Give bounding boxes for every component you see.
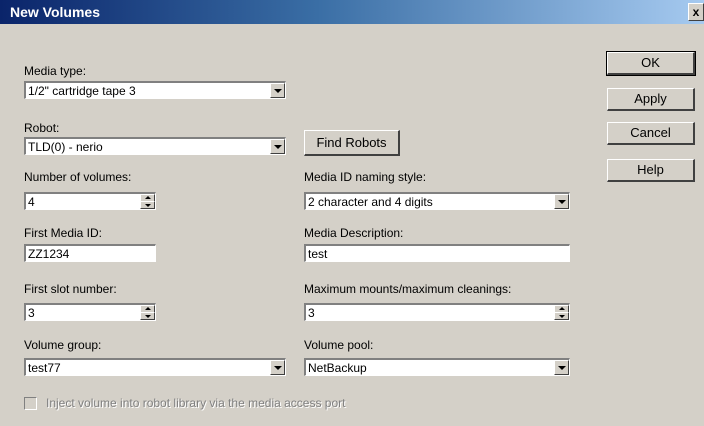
inject-volume-checkbox bbox=[24, 397, 37, 410]
spin-control[interactable] bbox=[554, 305, 569, 320]
robot-label: Robot: bbox=[24, 121, 60, 135]
maximum-mounts-value: 3 bbox=[308, 306, 315, 320]
spin-down-icon[interactable] bbox=[140, 201, 155, 209]
window-title: New Volumes bbox=[10, 4, 100, 20]
close-icon: x bbox=[692, 5, 700, 19]
media-description-value: test bbox=[308, 247, 328, 261]
media-id-naming-style-value: 2 character and 4 digits bbox=[308, 195, 433, 209]
ok-button[interactable]: OK bbox=[606, 51, 696, 76]
chevron-down-icon[interactable] bbox=[554, 194, 569, 209]
volume-group-dropdown[interactable]: test77 bbox=[24, 358, 286, 376]
media-type-value: 1/2" cartridge tape 3 bbox=[28, 84, 136, 98]
apply-button[interactable]: Apply bbox=[607, 88, 695, 111]
first-slot-number-label: First slot number: bbox=[24, 282, 117, 296]
media-description-input[interactable]: test bbox=[304, 244, 570, 262]
find-robots-button[interactable]: Find Robots bbox=[304, 130, 400, 156]
close-button[interactable]: x bbox=[688, 3, 704, 21]
robot-dropdown[interactable]: TLD(0) - nerio bbox=[24, 137, 286, 155]
first-slot-number-value: 3 bbox=[28, 306, 35, 320]
spin-control[interactable] bbox=[140, 305, 155, 320]
cancel-button[interactable]: Cancel bbox=[607, 122, 695, 145]
inject-volume-label: Inject volume into robot library via the… bbox=[46, 396, 346, 410]
volume-group-value: test77 bbox=[28, 361, 61, 375]
maximum-mounts-label: Maximum mounts/maximum cleanings: bbox=[304, 282, 512, 296]
chevron-down-icon[interactable] bbox=[554, 360, 569, 375]
media-description-label: Media Description: bbox=[304, 226, 404, 240]
number-of-volumes-value: 4 bbox=[28, 195, 35, 209]
number-of-volumes-stepper[interactable]: 4 bbox=[24, 192, 156, 210]
media-type-label: Media type: bbox=[24, 64, 87, 78]
volume-pool-label: Volume pool: bbox=[304, 338, 374, 352]
spin-control[interactable] bbox=[140, 194, 155, 209]
number-of-volumes-label: Number of volumes: bbox=[24, 170, 132, 184]
chevron-down-icon[interactable] bbox=[270, 360, 285, 375]
chevron-down-icon[interactable] bbox=[270, 139, 285, 154]
first-media-id-label: First Media ID: bbox=[24, 226, 103, 240]
maximum-mounts-stepper[interactable]: 3 bbox=[304, 303, 570, 321]
help-button[interactable]: Help bbox=[607, 159, 695, 182]
title-bar: New Volumes x bbox=[0, 0, 704, 24]
chevron-down-icon[interactable] bbox=[270, 83, 285, 98]
volume-group-label: Volume group: bbox=[24, 338, 102, 352]
robot-value: TLD(0) - nerio bbox=[28, 140, 103, 154]
first-slot-number-stepper[interactable]: 3 bbox=[24, 303, 156, 321]
first-media-id-value: ZZ1234 bbox=[28, 247, 70, 261]
spin-down-icon[interactable] bbox=[554, 312, 569, 320]
volume-pool-value: NetBackup bbox=[308, 361, 367, 375]
first-media-id-input[interactable]: ZZ1234 bbox=[24, 244, 156, 262]
media-id-naming-style-label: Media ID naming style: bbox=[304, 170, 427, 184]
spin-down-icon[interactable] bbox=[140, 312, 155, 320]
media-id-naming-style-dropdown[interactable]: 2 character and 4 digits bbox=[304, 192, 570, 210]
media-type-dropdown[interactable]: 1/2" cartridge tape 3 bbox=[24, 81, 286, 99]
volume-pool-dropdown[interactable]: NetBackup bbox=[304, 358, 570, 376]
